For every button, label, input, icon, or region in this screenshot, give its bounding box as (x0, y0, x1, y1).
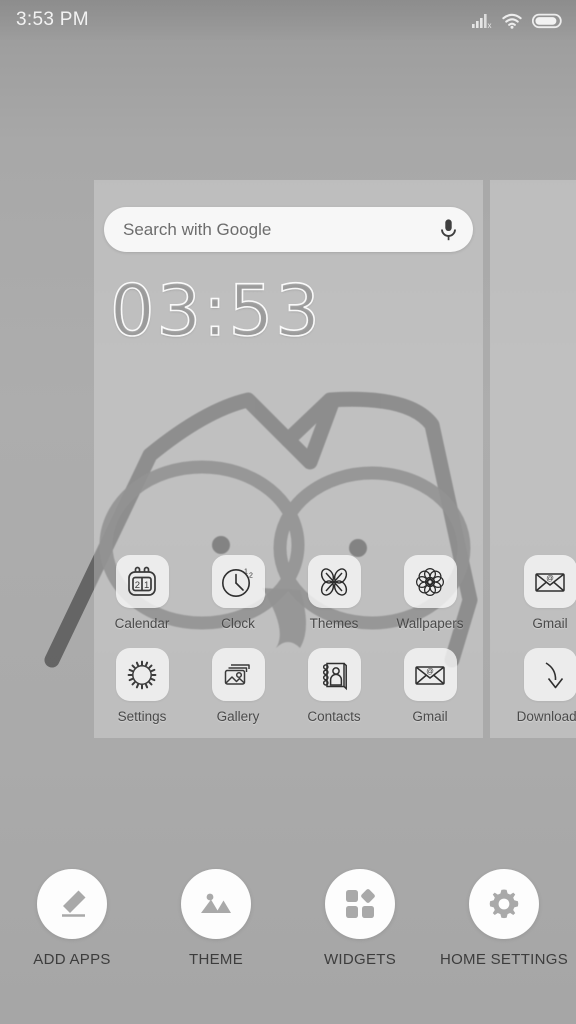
app-grid-row-2: Downloads (490, 648, 576, 724)
app-label: Themes (309, 616, 359, 631)
svg-text:1: 1 (244, 568, 248, 575)
search-bar[interactable]: Search with Google (104, 207, 473, 252)
app-icon-clock[interactable]: 1 2 Clock (190, 555, 286, 631)
toolbar-theme[interactable]: THEME (144, 869, 288, 968)
toolbar-widgets[interactable]: WIDGETS (288, 869, 432, 968)
clock-widget[interactable]: 03:53 (109, 275, 322, 347)
calendar-icon[interactable]: 2 1 (115, 555, 169, 608)
home-page-2[interactable]: @ Gmail Downloads (490, 180, 576, 738)
toolbar-label: HOME SETTINGS (439, 951, 569, 968)
app-label: Clock (221, 616, 255, 631)
battery-icon (532, 13, 562, 28)
app-label: Contacts (307, 709, 361, 724)
gear-icon[interactable] (115, 648, 169, 701)
app-icon-wallpapers[interactable]: Wallpapers (382, 555, 478, 631)
download-arrow-icon[interactable] (523, 648, 576, 701)
svg-text:1: 1 (144, 580, 149, 591)
app-label: Downloads (516, 709, 576, 724)
flower-mandala-icon[interactable] (403, 555, 457, 608)
svg-text:2: 2 (135, 580, 140, 591)
app-grid-row-1: @ Gmail (490, 555, 576, 631)
envelope-at-icon[interactable]: @ (403, 648, 457, 701)
widgets-squares-icon[interactable] (325, 869, 395, 939)
envelope-at-icon[interactable]: @ (523, 555, 576, 608)
analog-clock-icon[interactable]: 1 2 (211, 555, 265, 608)
app-icon-themes[interactable]: Themes (286, 555, 382, 631)
svg-text:@: @ (546, 573, 554, 582)
app-label: Settings (117, 709, 167, 724)
home-page-1[interactable]: Search with Google 03:53 2 1 Calendar 1 … (94, 180, 483, 738)
edit-mode-toolbar: ADD APPS THEME WIDGETS HOME SETTINGS (0, 869, 576, 968)
status-bar-time: 3:53 PM (16, 9, 89, 30)
microphone-icon[interactable] (440, 218, 457, 242)
home-screen-pages: Search with Google 03:53 2 1 Calendar 1 … (0, 180, 576, 738)
svg-text:@: @ (426, 666, 434, 675)
app-label: Gmail (532, 616, 568, 631)
image-mountain-icon[interactable] (181, 869, 251, 939)
toolbar-home-settings[interactable]: HOME SETTINGS (432, 869, 576, 968)
status-bar: 3:53 PM x (0, 0, 576, 40)
toolbar-label: WIDGETS (323, 951, 397, 968)
toolbar-label: THEME (189, 951, 243, 968)
photos-icon[interactable] (211, 648, 265, 701)
app-grid-row-2: Settings Gallery Contacts @ Gmail (94, 648, 483, 724)
app-icon-settings[interactable]: Settings (94, 648, 190, 724)
app-icon-contacts[interactable]: Contacts (286, 648, 382, 724)
svg-text:2: 2 (249, 572, 253, 579)
svg-text:x: x (488, 21, 492, 29)
search-input[interactable]: Search with Google (123, 220, 440, 240)
app-label: Calendar (114, 616, 170, 631)
app-icon-gmail[interactable]: @ Gmail (382, 648, 478, 724)
app-icon-calendar[interactable]: 2 1 Calendar (94, 555, 190, 631)
signal-no-sim-icon: x (472, 13, 492, 29)
app-icon-downloads[interactable]: Downloads (490, 648, 576, 724)
toolbar-add-apps[interactable]: ADD APPS (0, 869, 144, 968)
butterfly-icon[interactable] (307, 555, 361, 608)
app-icon-gmail[interactable]: @ Gmail (490, 555, 576, 631)
app-grid-row-1: 2 1 Calendar 1 2 Clock Themes Wallpapers (94, 555, 483, 631)
app-label: Gmail (412, 709, 448, 724)
toolbar-label: ADD APPS (33, 951, 111, 968)
app-icon-gallery[interactable]: Gallery (190, 648, 286, 724)
app-label: Gallery (216, 709, 260, 724)
contacts-notebook-icon[interactable] (307, 648, 361, 701)
app-label: Wallpapers (396, 616, 464, 631)
wifi-icon (502, 13, 522, 29)
pencil-icon[interactable] (37, 869, 107, 939)
gear-icon[interactable] (469, 869, 539, 939)
